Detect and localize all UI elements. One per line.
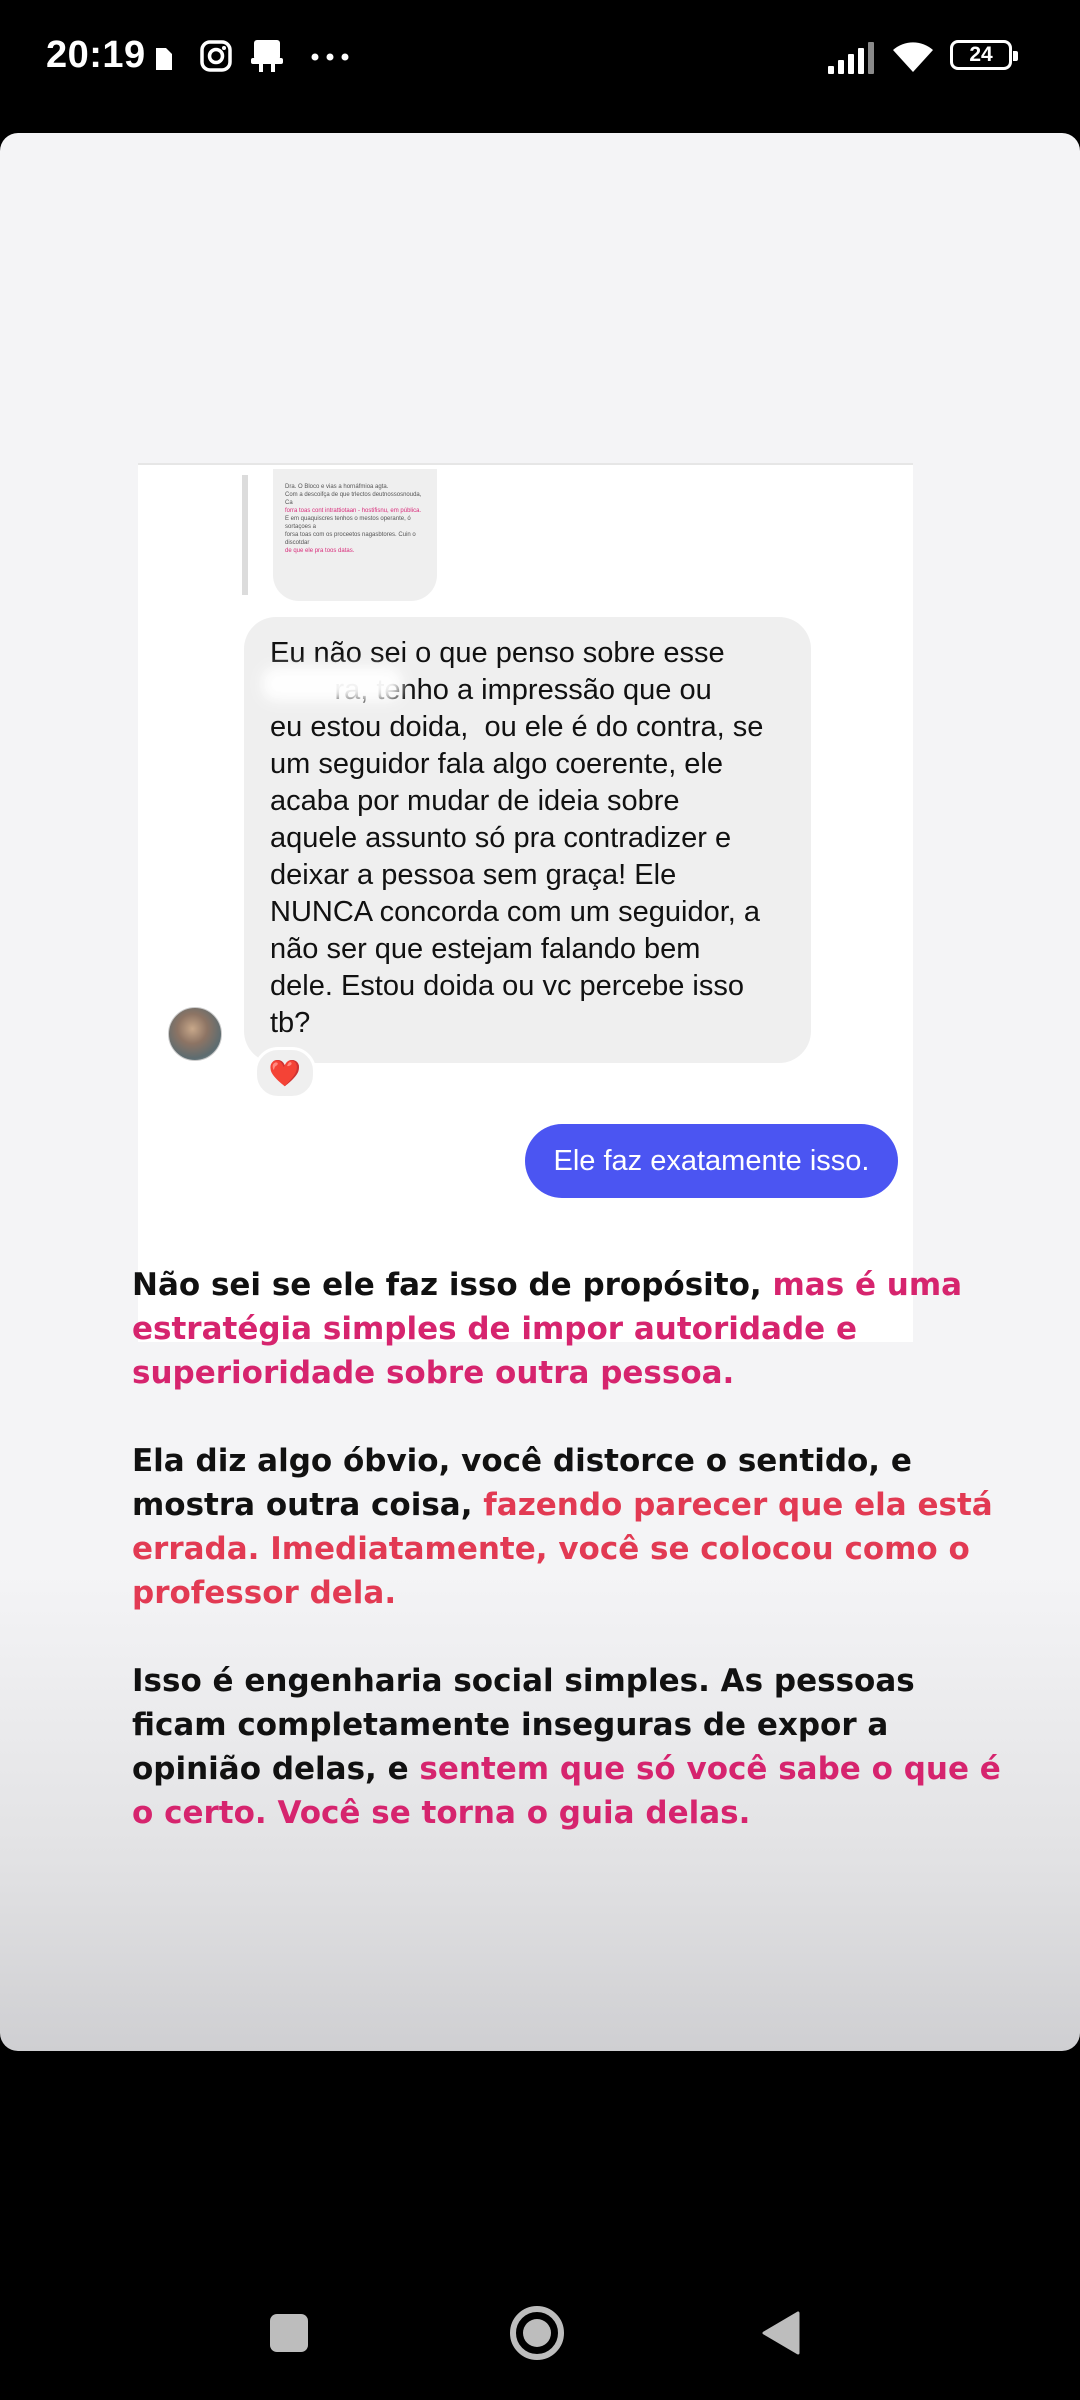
quoted-message-bubble: Dra. O Bloco e vias a hornáfmioa agta. C…	[273, 469, 437, 601]
received-message-bubble: Eu não sei o que penso sobre esse ra, te…	[244, 617, 811, 1063]
quoted-line: forra toas cont intrattiotaan - hostifis…	[285, 508, 422, 514]
quoted-line: Com a descoifça de que trlectos deutnoss…	[285, 492, 422, 506]
paragraph-1-text: Não sei se ele faz isso de propósito,	[132, 1267, 773, 1303]
signal-icon	[828, 42, 874, 74]
chat-screenshot: Dra. O Bloco e vias a hornáfmioa agta. C…	[138, 463, 913, 1342]
avatar	[168, 1007, 222, 1061]
heart-icon: ❤️	[268, 1057, 302, 1088]
home-circle-icon[interactable]	[508, 2304, 566, 2362]
notification-icon	[251, 40, 283, 72]
battery-level: 24	[969, 43, 993, 66]
heart-reaction: ❤️	[254, 1047, 316, 1099]
navigation-bar	[0, 2200, 1080, 2400]
quoted-line: E em quaquiscres tenhos o mestos operant…	[285, 516, 411, 530]
blurred-name	[262, 667, 402, 701]
reply-quote-line	[242, 475, 248, 595]
recents-square-icon[interactable]	[268, 2312, 310, 2354]
sim-card-icon	[152, 42, 172, 70]
back-triangle-icon[interactable]	[760, 2310, 802, 2356]
story-card[interactable]: Dra. O Bloco e vias a hornáfmioa agta. C…	[0, 133, 1080, 2051]
quoted-line: de que ele pra toos datas.	[285, 548, 355, 554]
sent-message-text: Ele faz exatamente isso.	[553, 1144, 870, 1177]
instagram-icon	[200, 40, 232, 72]
story-paragraph-1: Não sei se ele faz isso de propósito, ma…	[132, 1263, 1012, 1395]
sent-message-bubble: Ele faz exatamente isso.	[525, 1124, 898, 1198]
wifi-icon	[893, 42, 933, 72]
story-paragraph-3: Isso é engenharia social simples. As pes…	[132, 1659, 1012, 1835]
quoted-line: forsa toas com os proceetos nagasbtores.…	[285, 532, 416, 546]
more-dots-icon	[311, 53, 349, 61]
quoted-line: Dra. O Bloco e vias a hornáfmioa agta.	[285, 484, 389, 490]
status-bar: 20:19 24	[0, 0, 1080, 120]
battery-icon: 24	[950, 40, 1018, 70]
story-paragraph-2: Ela diz algo óbvio, você distorce o sent…	[132, 1439, 1012, 1615]
status-time: 20:19	[46, 34, 146, 76]
